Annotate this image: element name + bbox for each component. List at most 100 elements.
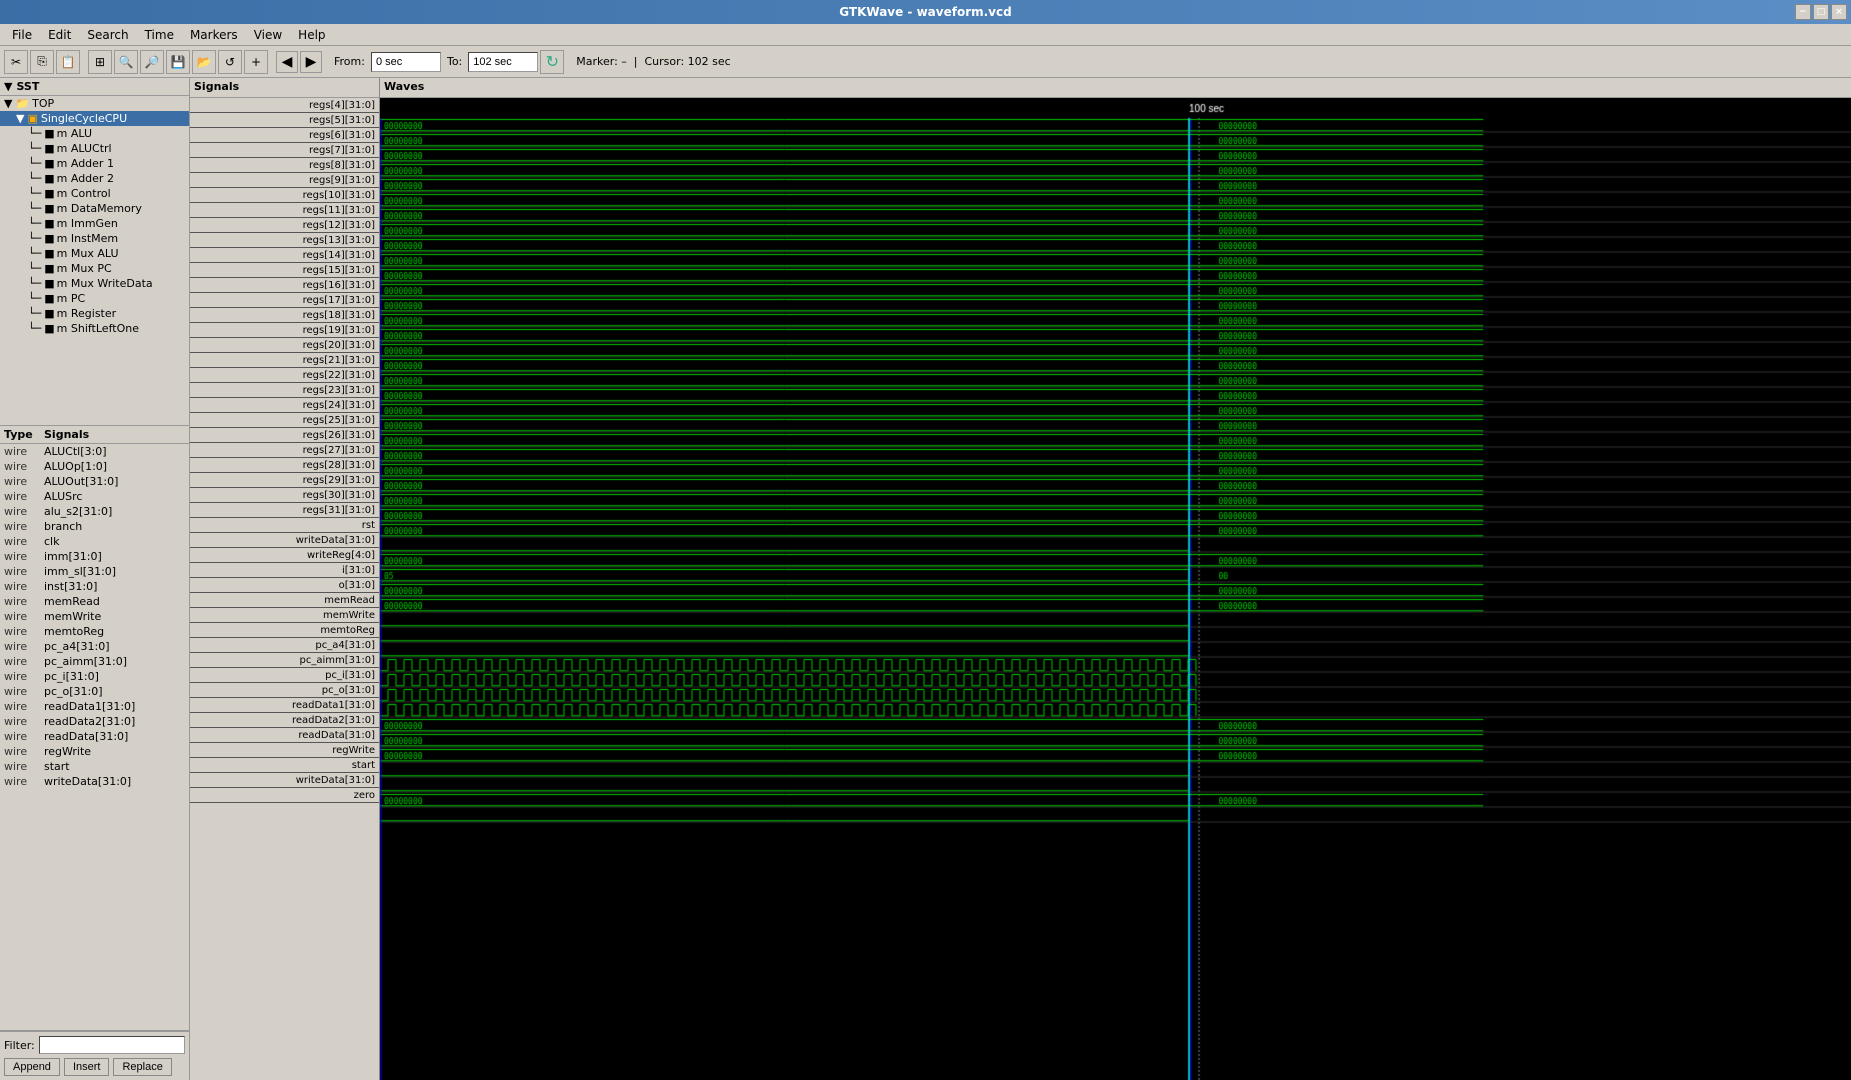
paste-button[interactable]: 📋 (56, 50, 80, 74)
signals-col-header: Signals (190, 78, 379, 98)
signal-row[interactable]: wireimm[31:0] (0, 549, 189, 564)
menu-item-search[interactable]: Search (79, 26, 136, 44)
reload-button[interactable]: ↺ (218, 50, 242, 74)
copy-button[interactable]: ⎘ (30, 50, 54, 74)
waveform-label: regs[25][31:0] (190, 413, 379, 428)
menu-item-markers[interactable]: Markers (182, 26, 246, 44)
filter-input[interactable] (39, 1036, 185, 1054)
tree-item[interactable]: └─■m InstMem (0, 231, 189, 246)
signal-row[interactable]: wirestart (0, 759, 189, 774)
signal-row[interactable]: wirememWrite (0, 609, 189, 624)
zoom-fit-button[interactable]: ⊞ (88, 50, 112, 74)
signals-panel[interactable]: wireALUCtl[3:0]wireALUOp[1:0]wireALUOut[… (0, 444, 189, 1031)
title-text: GTKWave - waveform.vcd (839, 5, 1011, 19)
zoom-out-button[interactable]: 🔎 (140, 50, 164, 74)
menu-item-help[interactable]: Help (290, 26, 333, 44)
waveform-label: regs[29][31:0] (190, 473, 379, 488)
cut-button[interactable]: ✂ (4, 50, 28, 74)
signal-row[interactable]: wirewriteData[31:0] (0, 774, 189, 789)
waveform-label: readData2[31:0] (190, 713, 379, 728)
save-button[interactable]: 💾 (166, 50, 190, 74)
close-button[interactable]: × (1831, 4, 1847, 20)
signal-row[interactable]: wirereadData[31:0] (0, 729, 189, 744)
signal-row[interactable]: wirealu_s2[31:0] (0, 504, 189, 519)
waveform-label: o[31:0] (190, 578, 379, 593)
waveform-label: regs[20][31:0] (190, 338, 379, 353)
waves-canvas[interactable] (380, 98, 1851, 1080)
marker-label: Marker: – (576, 55, 627, 68)
tree-item[interactable]: └─■m ALUCtrl (0, 141, 189, 156)
tree-item[interactable]: └─■m DataMemory (0, 201, 189, 216)
waveform-label: regs[21][31:0] (190, 353, 379, 368)
filter-buttons: Append Insert Replace (4, 1058, 185, 1076)
signal-row[interactable]: wirememRead (0, 594, 189, 609)
tree-item[interactable]: └─■m ShiftLeftOne (0, 321, 189, 336)
from-input[interactable] (371, 52, 441, 72)
type-col-header: Type (4, 428, 44, 441)
waveform-label: memRead (190, 593, 379, 608)
signal-row[interactable]: wirepc_o[31:0] (0, 684, 189, 699)
tree-item[interactable]: └─■m Adder 2 (0, 171, 189, 186)
next-button[interactable]: ▶ (300, 51, 322, 73)
menu-item-time[interactable]: Time (137, 26, 182, 44)
tree-item[interactable]: └─■m Mux PC (0, 261, 189, 276)
zoom-in-button[interactable]: 🔍 (114, 50, 138, 74)
sst-title: SST (16, 80, 39, 93)
tree-item[interactable]: └─■m ALU (0, 126, 189, 141)
to-input[interactable] (468, 52, 538, 72)
signal-row[interactable]: wireALUOp[1:0] (0, 459, 189, 474)
signal-row[interactable]: wireregWrite (0, 744, 189, 759)
signal-row[interactable]: wirememtoReg (0, 624, 189, 639)
waveform-label: writeData[31:0] (190, 773, 379, 788)
tree-item[interactable]: ▼▣SingleCycleCPU (0, 111, 189, 126)
name-col-header: Signals (44, 428, 185, 441)
waveform-label: regs[30][31:0] (190, 488, 379, 503)
waveform-label: readData1[31:0] (190, 698, 379, 713)
signal-row[interactable]: wirebranch (0, 519, 189, 534)
menu-item-edit[interactable]: Edit (40, 26, 79, 44)
sst-collapse-icon[interactable]: ▼ (4, 80, 12, 93)
signal-row[interactable]: wireALUOut[31:0] (0, 474, 189, 489)
signals-header: Type Signals (0, 426, 189, 444)
waveform-label: readData[31:0] (190, 728, 379, 743)
tree-item[interactable]: └─■m Mux ALU (0, 246, 189, 261)
titlebar: GTKWave - waveform.vcd − □ × (0, 0, 1851, 24)
waveform-label: regWrite (190, 743, 379, 758)
waveform-label: regs[26][31:0] (190, 428, 379, 443)
signal-row[interactable]: wirepc_a4[31:0] (0, 639, 189, 654)
tree-item[interactable]: └─■m Adder 1 (0, 156, 189, 171)
waveform-label: regs[19][31:0] (190, 323, 379, 338)
maximize-button[interactable]: □ (1813, 4, 1829, 20)
tree-item[interactable]: └─■m ImmGen (0, 216, 189, 231)
signal-row[interactable]: wireclk (0, 534, 189, 549)
replace-button[interactable]: Replace (113, 1058, 171, 1076)
signal-row[interactable]: wireALUSrc (0, 489, 189, 504)
menubar: FileEditSearchTimeMarkersViewHelp (0, 24, 1851, 46)
waveform-label: regs[5][31:0] (190, 113, 379, 128)
signal-row[interactable]: wirereadData1[31:0] (0, 699, 189, 714)
append-button[interactable]: Append (4, 1058, 60, 1076)
prev-button[interactable]: ◀ (276, 51, 298, 73)
tree-item[interactable]: ▼📁TOP (0, 96, 189, 111)
signal-row[interactable]: wirepc_aimm[31:0] (0, 654, 189, 669)
signal-add-button[interactable]: + (244, 50, 268, 74)
tree-item[interactable]: └─■m Mux WriteData (0, 276, 189, 291)
tree-panel[interactable]: ▼📁TOP▼▣SingleCycleCPU└─■m ALU└─■m ALUCtr… (0, 96, 189, 426)
tree-item[interactable]: └─■m Control (0, 186, 189, 201)
waveform-label: regs[23][31:0] (190, 383, 379, 398)
signal-row[interactable]: wireALUCtl[3:0] (0, 444, 189, 459)
signal-row[interactable]: wireimm_sl[31:0] (0, 564, 189, 579)
insert-button[interactable]: Insert (64, 1058, 110, 1076)
menu-item-view[interactable]: View (246, 26, 290, 44)
signal-row[interactable]: wirereadData2[31:0] (0, 714, 189, 729)
signal-row[interactable]: wirepc_i[31:0] (0, 669, 189, 684)
minimize-button[interactable]: − (1795, 4, 1811, 20)
tree-item[interactable]: └─■m Register (0, 306, 189, 321)
menu-item-file[interactable]: File (4, 26, 40, 44)
signal-row[interactable]: wireinst[31:0] (0, 579, 189, 594)
tree-item[interactable]: └─■m PC (0, 291, 189, 306)
waves-area[interactable]: Waves (380, 78, 1851, 1080)
waveform-label: regs[17][31:0] (190, 293, 379, 308)
refresh-button[interactable]: ↻ (540, 50, 564, 74)
open-button[interactable]: 📂 (192, 50, 216, 74)
